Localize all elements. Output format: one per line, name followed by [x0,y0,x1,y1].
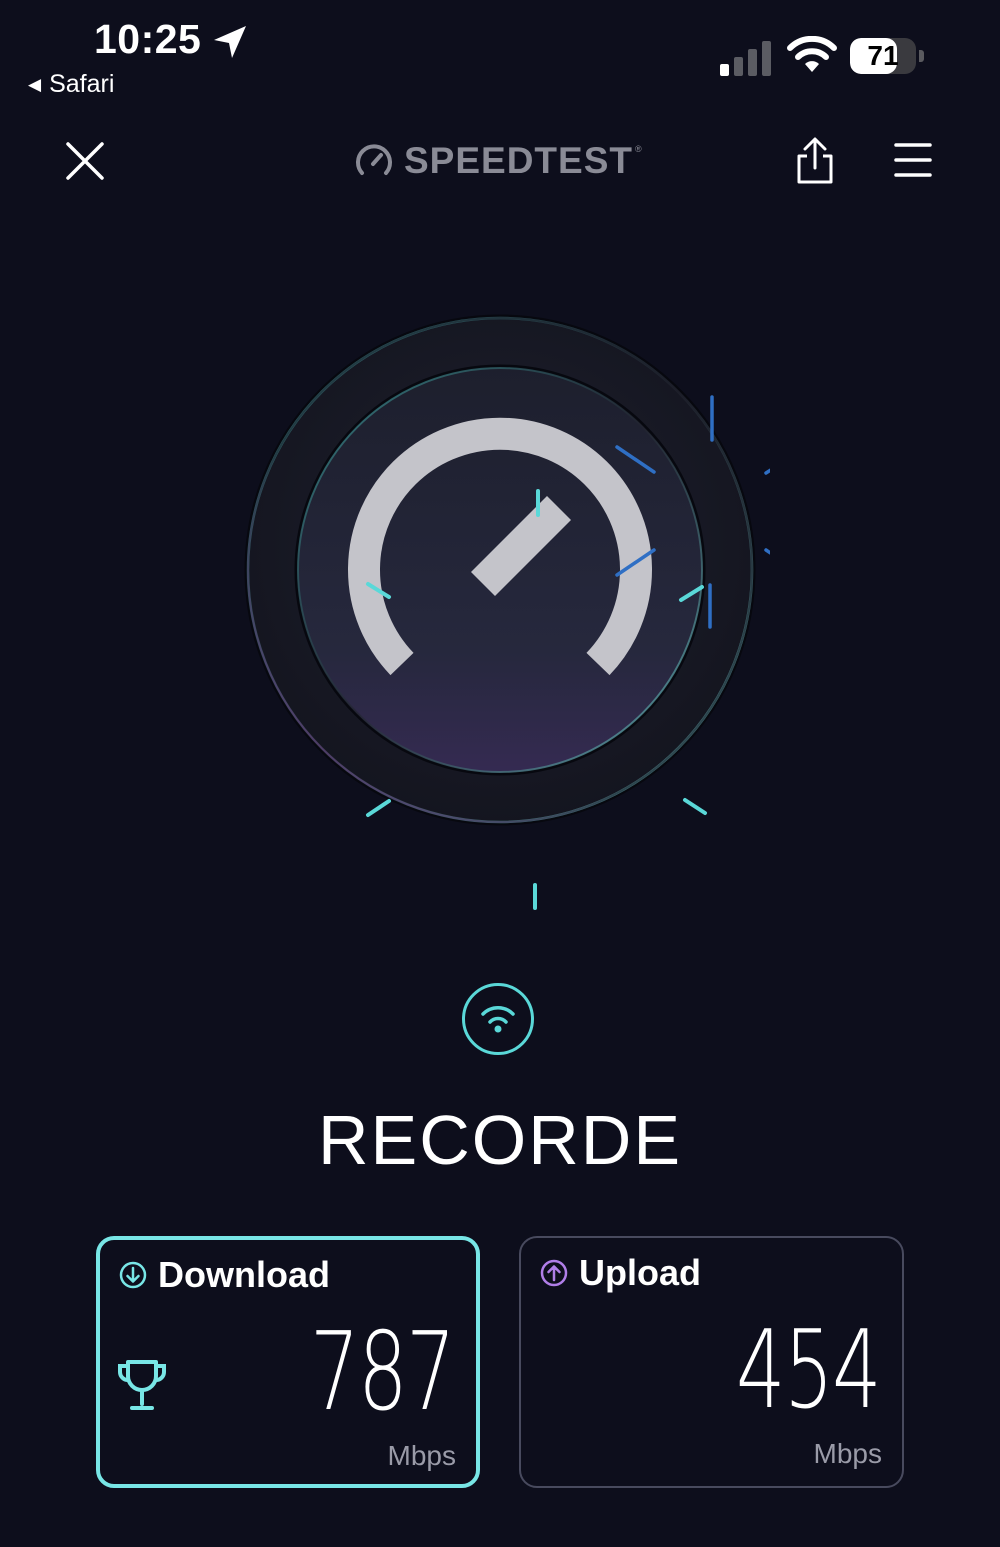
upload-unit: Mbps [813,1438,882,1469]
upload-label: Upload [579,1252,701,1293]
location-arrow-icon [214,26,246,58]
menu-icon[interactable] [893,140,933,180]
upload-value: 454 [735,1308,882,1433]
battery-indicator: 71 [850,38,926,76]
download-value: 787 [309,1310,456,1435]
download-label: Download [158,1254,330,1295]
speed-gauge [244,314,770,910]
download-unit: Mbps [387,1440,456,1471]
close-icon[interactable] [62,138,108,184]
upload-result-card[interactable]: Upload 454 Mbps [519,1236,904,1488]
download-result-card[interactable]: Download 787 Mbps [96,1236,480,1488]
arrow-down-circle-icon [119,1261,147,1289]
logo-mark: ® [635,144,642,154]
back-triangle-icon: ◀ [28,74,42,94]
back-app-label: Safari [49,70,115,98]
arrow-up-circle-icon [540,1259,568,1287]
provider-name: RECORDE [317,1101,683,1179]
speedtest-logo: SPEEDTEST ® [354,136,642,186]
wifi-icon [481,1006,515,1033]
speedtest-logo-icon [356,144,392,175]
status-time: 10:25 [94,16,202,62]
share-icon[interactable] [794,136,836,186]
cellular-signal-icon [720,41,771,76]
wifi-status-icon [787,36,837,72]
trophy-icon [118,1360,166,1410]
battery-level: 71 [867,40,899,71]
back-to-app-button[interactable]: ◀ Safari [28,70,114,99]
logo-text: SPEEDTEST [404,140,633,181]
connection-type-button[interactable] [462,983,534,1055]
